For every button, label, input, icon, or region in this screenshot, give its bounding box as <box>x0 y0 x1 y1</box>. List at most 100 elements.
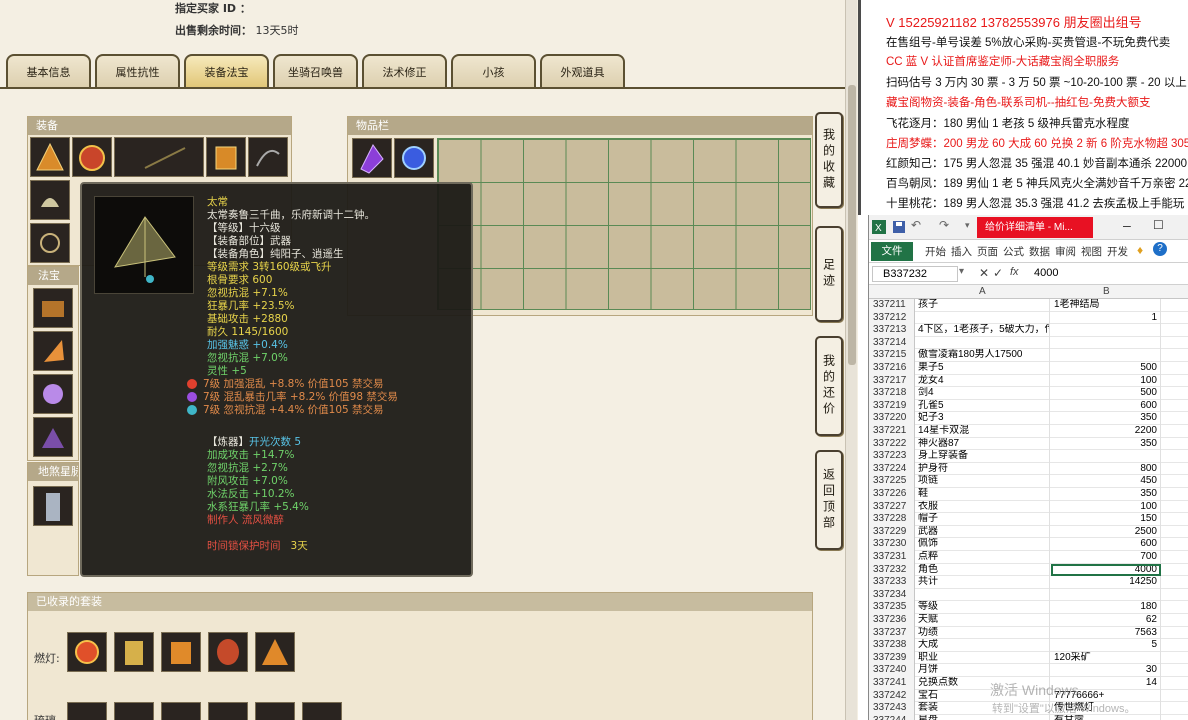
cell-a[interactable]: 角色 <box>916 563 1050 577</box>
help-icon[interactable]: ? <box>1153 242 1167 256</box>
cell-a[interactable]: 天赋 <box>916 614 1050 627</box>
sheet-row[interactable]: 337223 身上穿装备 <box>869 450 1188 463</box>
cell-a[interactable]: 帽子 <box>916 513 1050 526</box>
row-number[interactable]: 337242 <box>869 689 915 703</box>
cell-a[interactable]: 剑4 <box>916 387 1050 400</box>
row-number[interactable]: 337236 <box>869 614 915 627</box>
cell-b[interactable]: 450 <box>1051 475 1161 488</box>
row-number[interactable]: 337232 <box>869 563 915 577</box>
row-number[interactable]: 337225 <box>869 475 915 488</box>
cell-a[interactable]: 共计 <box>916 576 1050 589</box>
cell-a[interactable]: 项链 <box>916 475 1050 488</box>
cell-a[interactable]: 武器 <box>916 525 1050 539</box>
cell-b[interactable]: 600 <box>1051 399 1161 413</box>
cell-b[interactable]: 180 <box>1051 601 1161 614</box>
cell-b[interactable]: 350 <box>1051 488 1161 501</box>
fabao-slot-3[interactable] <box>33 374 73 414</box>
my-favorites-button[interactable]: 我的收藏 <box>815 112 843 208</box>
inventory-grid[interactable] <box>437 138 811 310</box>
row-number[interactable]: 337241 <box>869 677 915 690</box>
cell-b[interactable]: 700 <box>1051 551 1161 564</box>
qat-dropdown-icon[interactable]: ▾ <box>965 220 970 231</box>
cell-b[interactable] <box>1051 349 1161 362</box>
star-vein-slot[interactable] <box>33 486 73 526</box>
game-scrollbar[interactable] <box>845 0 857 720</box>
tab-attributes[interactable]: 属性抗性 <box>95 54 180 88</box>
sheet-row[interactable]: 337231 点粹 700 <box>869 551 1188 564</box>
row-number[interactable]: 337243 <box>869 702 915 715</box>
suit2-item-2[interactable] <box>114 702 154 720</box>
fabao-slot-2[interactable] <box>33 331 73 371</box>
tab-children[interactable]: 小孩 <box>451 54 536 88</box>
ribbon-tab-data[interactable]: 数据 <box>1029 244 1050 259</box>
suit-item-2[interactable] <box>114 632 154 672</box>
row-number[interactable]: 337226 <box>869 488 915 501</box>
save-icon[interactable] <box>893 221 905 233</box>
sheet-row[interactable]: 3372134下区，1老孩子，5破大力，传世金髓，水月，罗王装备宝 <box>869 324 1188 337</box>
suit-item-5[interactable] <box>255 632 295 672</box>
row-number[interactable]: 337235 <box>869 601 915 614</box>
ribbon-tab-page[interactable]: 页面 <box>977 244 998 259</box>
column-header-a[interactable]: A <box>979 286 986 297</box>
confirm-check-icon[interactable]: ✓ <box>993 266 1003 280</box>
row-number[interactable]: 337212 <box>869 311 915 325</box>
suit2-item-3[interactable] <box>161 702 201 720</box>
name-box[interactable]: B337232 <box>872 266 958 282</box>
undo-icon[interactable]: ↶ <box>911 218 921 232</box>
cell-b[interactable]: 600 <box>1051 538 1161 551</box>
row-number[interactable]: 337230 <box>869 538 915 551</box>
sheet-row[interactable]: 337224 护身符 800 <box>869 462 1188 476</box>
cell-a[interactable]: 点粹 <box>916 551 1050 564</box>
row-number[interactable]: 337224 <box>869 462 915 476</box>
name-box-dropdown-icon[interactable]: ▾ <box>959 266 964 277</box>
cell-a[interactable]: 佩饰 <box>916 538 1050 551</box>
cell-b[interactable]: 120采矿 <box>1051 651 1161 665</box>
sheet-row[interactable]: 337232 角色 4000 <box>869 563 1188 577</box>
inventory-slot-2[interactable] <box>394 138 434 178</box>
tab-spell-mods[interactable]: 法术修正 <box>362 54 447 88</box>
row-number[interactable]: 337220 <box>869 412 915 425</box>
cell-b[interactable]: 100 <box>1051 500 1161 514</box>
cell-a[interactable]: 功绩 <box>916 626 1050 640</box>
cancel-x-icon[interactable]: ✕ <box>979 266 989 280</box>
row-number[interactable]: 337237 <box>869 626 915 640</box>
suit-item-1[interactable] <box>67 632 107 672</box>
suit2-item-6[interactable] <box>302 702 342 720</box>
sheet-row[interactable]: 337228 帽子 150 <box>869 513 1188 526</box>
lightbulb-icon[interactable]: ♦ <box>1137 243 1143 257</box>
cell-a[interactable]: 妃子3 <box>916 412 1050 425</box>
formula-input[interactable]: 4000 <box>1034 267 1058 279</box>
equip-slot-weapon[interactable] <box>114 137 204 177</box>
column-header-b[interactable]: B <box>1103 286 1110 297</box>
row-number[interactable]: 337234 <box>869 588 915 602</box>
sheet-row[interactable]: 337227 衣服 100 <box>869 500 1188 514</box>
cell-a[interactable] <box>916 311 1050 325</box>
cell-b[interactable] <box>1051 336 1161 350</box>
sheet-row[interactable]: 337215 傲雪凌霜180男人17500 <box>869 349 1188 362</box>
suit2-item-5[interactable] <box>255 702 295 720</box>
cell-b[interactable]: 2500 <box>1051 525 1161 539</box>
cell-a[interactable] <box>916 588 1050 602</box>
cell-b[interactable]: 100 <box>1051 374 1161 388</box>
cell-a[interactable]: 身上穿装备 <box>916 450 1050 463</box>
sheet-row[interactable]: 337214 <box>869 336 1188 350</box>
suit2-item-4[interactable] <box>208 702 248 720</box>
sheet-row[interactable]: 337229 武器 2500 <box>869 525 1188 539</box>
tab-appearance[interactable]: 外观道具 <box>540 54 625 88</box>
cell-b[interactable]: 800 <box>1051 462 1161 476</box>
row-number[interactable]: 337238 <box>869 639 915 652</box>
cell-a[interactable]: 傲雪凌霜180男人17500 <box>916 349 1050 362</box>
equip-slot-armor[interactable] <box>206 137 246 177</box>
maximize-icon[interactable]: ☐ <box>1153 218 1164 232</box>
ribbon-tab-formula[interactable]: 公式 <box>1003 244 1024 259</box>
footprint-button[interactable]: 足迹 <box>815 226 843 322</box>
my-counteroffer-button[interactable]: 我的还价 <box>815 336 843 436</box>
cell-a[interactable]: 护身符 <box>916 462 1050 476</box>
cell-b[interactable] <box>1051 450 1161 463</box>
tab-mounts-pets[interactable]: 坐骑召唤兽 <box>273 54 358 88</box>
row-number[interactable]: 337228 <box>869 513 915 526</box>
tab-equipment[interactable]: 装备法宝 <box>184 54 269 88</box>
equip-slot-belt[interactable] <box>248 137 288 177</box>
cell-b[interactable]: 350 <box>1051 437 1161 451</box>
cell-a[interactable]: 衣服 <box>916 500 1050 514</box>
